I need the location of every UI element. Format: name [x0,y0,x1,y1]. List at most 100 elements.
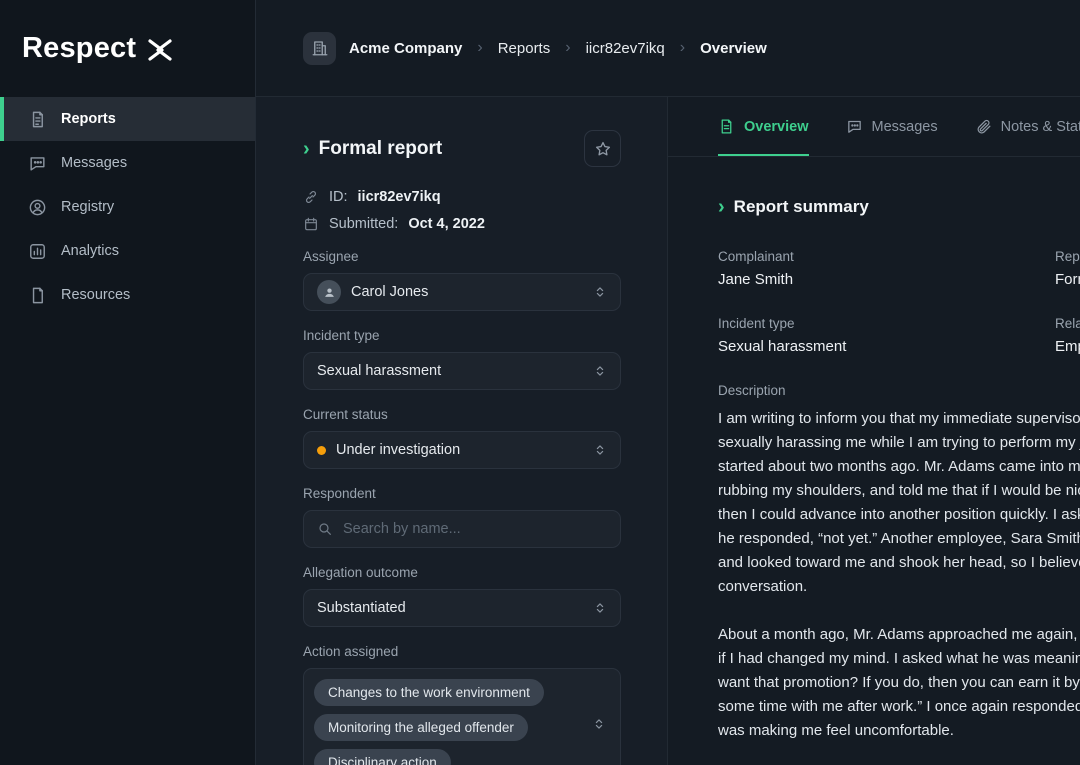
report-main-panel: Overview Messages Notes & Statements › R… [668,97,1080,765]
action-assigned-multiselect[interactable]: Changes to the work environment Monitori… [303,668,621,765]
field-label: Report type [1055,249,1080,264]
field-label: Incident type [718,316,1055,331]
report-id-label: ID: [329,189,348,205]
summary-fields: Complainant Jane Smith Report type Forma… [718,249,1080,355]
chevron-right-icon: › [718,197,725,217]
assignee-group: Assignee Carol Jones [303,249,621,311]
status-dot-icon [317,446,326,455]
sidebar-item-registry[interactable]: Registry [0,185,255,229]
breadcrumb: Acme Company › Reports › iicr82ev7ikq › … [256,0,1080,97]
chevron-up-down-icon [593,364,607,378]
field-relationship: Relationship Employee [1055,316,1080,355]
report-title: Formal report [319,138,443,160]
report-id-value: iicr82ev7ikq [358,189,441,205]
assignee-value: Carol Jones [351,284,428,300]
field-report-type: Report type Formal [1055,249,1080,288]
description-section: Description I am writing to inform you t… [718,383,1080,743]
report-title-row: › Formal report [303,130,621,167]
breadcrumb-separator-icon: › [565,39,570,57]
sidebar-item-label: Analytics [61,243,119,259]
sidebar-item-label: Registry [61,199,114,215]
breadcrumb-separator-icon: › [477,39,482,57]
sidebar: Respect Reports Messages Registry Analyt… [0,0,256,765]
sidebar-item-analytics[interactable]: Analytics [0,229,255,273]
chevron-right-icon: › [303,139,310,159]
action-tag[interactable]: Monitoring the alleged offender [314,714,528,741]
resources-icon [28,286,47,305]
field-label: Complainant [718,249,1055,264]
tab-messages[interactable]: Messages [846,97,938,156]
field-incident-type: Incident type Sexual harassment [718,316,1055,355]
actions-group: Action assigned Changes to the work envi… [303,644,621,765]
respondent-search [303,510,621,548]
outcome-value: Substantiated [317,600,406,616]
field-value: Sexual harassment [718,338,1055,355]
description-paragraph: I am writing to inform you that my immed… [718,407,1080,599]
breadcrumb-report-id[interactable]: iicr82ev7ikq [586,40,665,57]
report-detail-panel: › Formal report ID: iicr82ev7ikq Submitt… [256,97,668,765]
incident-type-select[interactable]: Sexual harassment [303,352,621,390]
messages-icon [28,154,47,173]
description-body: I am writing to inform you that my immed… [718,407,1080,743]
field-value: Formal [1055,271,1080,288]
logo-icon [144,37,176,63]
sidebar-item-label: Reports [61,111,116,127]
star-icon [594,140,612,158]
field-value: Employee [1055,338,1080,355]
analytics-icon [28,242,47,261]
incident-type-value: Sexual harassment [317,363,441,379]
breadcrumb-current[interactable]: Overview [700,40,767,57]
status-label: Current status [303,407,621,422]
field-value: Jane Smith [718,271,1055,288]
person-icon [323,286,336,299]
chevron-up-down-icon [593,601,607,615]
paperclip-icon [975,118,992,135]
search-icon [317,521,333,537]
app-root: Respect Reports Messages Registry Analyt… [0,0,1080,765]
status-select[interactable]: Under investigation [303,431,621,469]
logo-text: Respect [22,32,136,65]
outcome-select[interactable]: Substantiated [303,589,621,627]
sidebar-item-reports[interactable]: Reports [0,97,255,141]
incident-type-group: Incident type Sexual harassment [303,328,621,390]
tab-label: Messages [872,119,938,135]
chevron-up-down-icon [593,285,607,299]
breadcrumb-company[interactable]: Acme Company [349,40,462,57]
action-tag[interactable]: Changes to the work environment [314,679,544,706]
field-complainant: Complainant Jane Smith [718,249,1055,288]
assignee-avatar [317,280,341,304]
sidebar-item-messages[interactable]: Messages [0,141,255,185]
calendar-icon [303,216,319,232]
link-icon [303,189,319,205]
document-icon [718,118,735,135]
chat-icon [846,118,863,135]
company-avatar [303,32,336,65]
status-group: Current status Under investigation [303,407,621,469]
reports-icon [28,110,47,129]
favorite-button[interactable] [584,130,621,167]
respondent-search-input[interactable] [343,521,607,537]
submitted-label: Submitted: [329,216,398,232]
tab-overview[interactable]: Overview [718,97,809,156]
sidebar-item-resources[interactable]: Resources [0,273,255,317]
respondent-label: Respondent [303,486,621,501]
building-icon [311,39,329,57]
logo: Respect [0,0,255,97]
status-value: Under investigation [336,442,460,458]
summary-heading: Report summary [734,197,869,217]
tab-notes-statements[interactable]: Notes & Statements [975,97,1080,156]
breadcrumb-reports[interactable]: Reports [498,40,551,57]
assignee-label: Assignee [303,249,621,264]
chevron-up-down-icon [593,443,607,457]
description-paragraph: About a month ago, Mr. Adams approached … [718,623,1080,743]
action-tag[interactable]: Disciplinary action [314,749,451,765]
actions-label: Action assigned [303,644,621,659]
field-label: Relationship [1055,316,1080,331]
sidebar-item-label: Resources [61,287,130,303]
registry-icon [28,198,47,217]
assignee-select[interactable]: Carol Jones [303,273,621,311]
breadcrumb-separator-icon: › [680,39,685,57]
tab-label: Notes & Statements [1001,119,1080,135]
summary-title-row: › Report summary [718,197,1080,217]
submitted-value: Oct 4, 2022 [408,216,485,232]
